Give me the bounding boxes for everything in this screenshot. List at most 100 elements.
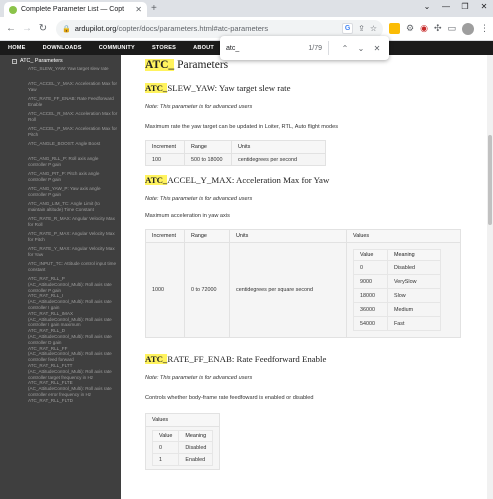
bookmark-star-icon[interactable]: ☆ xyxy=(370,24,377,33)
values-cell: Value Meaning 0 Disabled 1 Enabled xyxy=(144,426,221,470)
col-header: Units xyxy=(229,229,347,243)
extensions-puzzle-icon[interactable]: ✣ xyxy=(434,23,442,34)
extension-yellow-icon[interactable] xyxy=(389,23,400,34)
sidebar-item[interactable]: ATC_RATE_R_MAX: Angular Velocity Max for… xyxy=(0,216,121,231)
tab-title: Complete Parameter List — Copt xyxy=(21,6,125,13)
section-heading-slew-yaw: ATC_SLEW_YAW: Yaw target slew rate xyxy=(145,83,493,94)
page-title: ATC_ Parameters xyxy=(145,58,493,73)
section-heading-accel-y-max: ATC_ACCEL_Y_MAX: Acceleration Max for Ya… xyxy=(145,175,493,186)
col-header: Meaning xyxy=(387,249,441,261)
close-window-icon[interactable]: ✕ xyxy=(479,2,489,11)
meaning-cell: Disabled xyxy=(387,260,441,275)
sidebar-item[interactable]: ATC_ACCEL_P_MAX: Acceleration Max for Pi… xyxy=(0,126,121,141)
sidebar-item[interactable]: ATC_ACCEL_R_MAX: Acceleration Max for Ro… xyxy=(0,111,121,126)
meaning-cell: Disabled xyxy=(178,441,214,454)
sidebar-item[interactable]: ATC_RAT_RLL_D (AC_AttitudeControl_Multi)… xyxy=(0,328,121,345)
sidebar-item[interactable]: ATC_RAT_RLL_FLTT (AC_AttitudeControl_Mul… xyxy=(0,363,121,380)
col-header: Value xyxy=(151,430,180,442)
sidebar-item[interactable]: ATC_ANG_RLL_P: Roll axis angle controlle… xyxy=(0,156,121,171)
tab-search-chevron-icon[interactable]: ⌄ xyxy=(422,2,432,11)
meaning-cell: VerySlow xyxy=(387,274,441,289)
browser-tab-active[interactable]: Complete Parameter List — Copt ✕ xyxy=(4,2,147,17)
values-table: Value Meaning 0 Disabled 1 Enabled xyxy=(151,430,214,466)
profile-avatar[interactable] xyxy=(462,22,474,35)
col-header: Units xyxy=(231,140,326,154)
url-host: ardupilot.org xyxy=(74,24,117,33)
lock-icon[interactable]: 🔒 xyxy=(62,25,71,33)
sidebar-item[interactable]: ATC_ANG_YAW_P: Yaw axis angle controller… xyxy=(0,186,121,201)
nav-downloads[interactable]: DOWNLOADS xyxy=(43,45,82,51)
sidebar-item[interactable]: ATC_RATE_Y_MAX: Angular Velocity Max for… xyxy=(0,246,121,261)
extension-icons: ⚙ ◉ ✣ ▭ ⋮ xyxy=(389,22,489,35)
sidebar-item[interactable]: ATC_RATE_P_MAX: Angular Velocity Max for… xyxy=(0,231,121,246)
sidebar-item[interactable]: ATC_RAT_RLL_IMAX (AC_AttitudeControl_Mul… xyxy=(0,311,121,328)
back-arrow-icon[interactable]: ← xyxy=(4,23,18,34)
col-header: Increment xyxy=(145,140,185,154)
value-cell: 1 xyxy=(151,453,180,466)
new-tab-button[interactable]: + xyxy=(151,3,157,14)
table-cell: 100 xyxy=(145,153,185,166)
col-header: Meaning xyxy=(178,430,214,442)
address-bar[interactable]: 🔒 ardupilot.org /copter/docs/parameters.… xyxy=(56,19,383,38)
browser-menu-icon[interactable]: ⋮ xyxy=(480,23,489,34)
col-header: Values xyxy=(346,229,461,243)
google-translate-icon[interactable]: G xyxy=(342,23,354,34)
minimize-window-icon[interactable]: — xyxy=(441,2,451,11)
sidebar-item[interactable]: ATC_RAT_RLL_FLTD xyxy=(0,398,121,413)
page-title-rest: Parameters xyxy=(174,59,229,71)
extension-gear-icon[interactable]: ⚙ xyxy=(406,23,414,34)
sidebar-panel-icon[interactable]: ▭ xyxy=(447,23,456,34)
find-input[interactable]: atc_ xyxy=(226,45,308,52)
sidebar-item[interactable]: ATC_RAT_RLL_P (AC_AttitudeControl_Multi)… xyxy=(0,276,121,293)
sidebar-item[interactable]: ATC_ACCEL_Y_MAX: Acceleration Max for Ya… xyxy=(0,81,121,96)
reload-icon[interactable]: ↻ xyxy=(36,23,50,34)
nav-community[interactable]: COMMUNITY xyxy=(99,45,135,51)
col-header: Range xyxy=(184,229,230,243)
col-header: Values xyxy=(144,413,221,427)
nav-home[interactable]: HOME xyxy=(8,45,26,51)
nav-about[interactable]: ABOUT xyxy=(193,45,214,51)
search-highlight: ATC_ xyxy=(145,83,168,93)
sidebar-item[interactable]: ATC_RAT_RLL_FLTE (AC_AttitudeControl_Mul… xyxy=(0,380,121,397)
table-cell: 1000 xyxy=(145,242,185,338)
meaning-cell: Fast xyxy=(387,316,441,331)
nav-stores[interactable]: STORES xyxy=(152,45,176,51)
sidebar-item[interactable]: ATC_RATE_FF_ENAB: Rate Feedforward Enabl… xyxy=(0,96,121,111)
find-close-icon[interactable]: ✕ xyxy=(371,44,383,53)
value-cell: 9000 xyxy=(353,274,388,289)
values-table: Value Meaning 0 Disabled 9000 VerySlow 180… xyxy=(353,249,441,331)
col-header: Value xyxy=(353,249,388,261)
table-cell: centidegrees per square second xyxy=(229,242,347,338)
param-table-slew-yaw: Increment Range Units 100 500 to 18000 c… xyxy=(145,140,326,166)
extension-red-icon[interactable]: ◉ xyxy=(420,23,428,34)
sidebar-item[interactable]: ATC_RAT_RLL_I (AC_AttitudeControl_Multi)… xyxy=(0,293,121,310)
collapse-toggle-icon[interactable]: − xyxy=(12,58,17,64)
find-next-icon[interactable]: ⌄ xyxy=(355,44,367,53)
restore-window-icon[interactable]: ❐ xyxy=(460,2,470,11)
meaning-cell: Medium xyxy=(387,302,441,317)
search-highlight: ATC_ xyxy=(145,175,168,185)
param-table-accel-y-max: Increment Range Units Values 1000 0 to 7… xyxy=(145,229,461,338)
tab-close-icon[interactable]: ✕ xyxy=(135,5,142,14)
sidebar-item[interactable]: ATC_INPUT_TC: Attitude control input tim… xyxy=(0,261,121,276)
scrollbar-thumb[interactable] xyxy=(488,135,492,225)
sidebar-item[interactable]: ATC_ANGLE_BOOST: Angle Boost xyxy=(0,141,121,156)
value-cell: 36000 xyxy=(353,302,388,317)
page-scrollbar[interactable] xyxy=(487,55,493,499)
forward-arrow-icon[interactable]: → xyxy=(20,23,34,34)
table-cell: 0 to 72000 xyxy=(184,242,230,338)
sidebar-item[interactable]: ATC_RAT_RLL_FF (AC_AttitudeControl_Multi… xyxy=(0,346,121,363)
sidebar-header[interactable]: − ATC_ Parameters xyxy=(0,55,121,66)
sidebar-item[interactable]: ATC_ANG_PIT_P: Pitch axis angle controll… xyxy=(0,171,121,186)
find-previous-icon[interactable]: ⌃ xyxy=(339,44,351,53)
sidebar-item[interactable]: ATC_SLEW_YAW: Yaw target slew rate xyxy=(0,66,121,81)
share-icon[interactable]: ⇪ xyxy=(358,24,365,33)
parameter-sidebar: − ATC_ Parameters ATC_SLEW_YAW: Yaw targ… xyxy=(0,55,121,499)
param-table-rate-ff-enab: Values Value Meaning 0 Disabled 1 Enabled xyxy=(144,413,221,470)
sidebar-item[interactable]: ATC_ANG_LIM_TC: Angle Limit (to maintain… xyxy=(0,201,121,216)
table-cell: 500 to 18000 xyxy=(184,153,232,166)
meaning-cell: Enabled xyxy=(178,453,214,466)
section-title: RATE_FF_ENAB: Rate Feedforward Enable xyxy=(167,354,327,364)
value-cell: 0 xyxy=(353,260,388,275)
col-header: Increment xyxy=(145,229,185,243)
